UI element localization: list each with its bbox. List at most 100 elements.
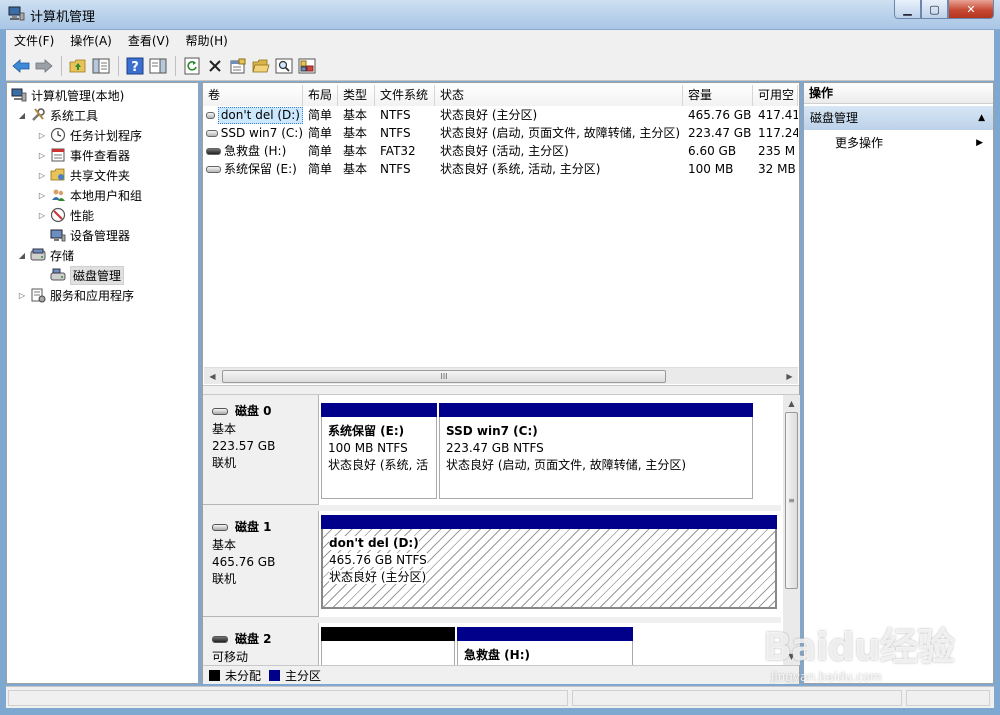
disk-drive-icon xyxy=(212,408,228,415)
free-space-cell: 117.24 xyxy=(758,126,798,140)
column-header-status[interactable]: 状态 xyxy=(435,85,683,106)
disk-drive-icon xyxy=(206,129,218,137)
open-button[interactable] xyxy=(250,55,272,77)
more-actions-label: 更多操作 xyxy=(835,136,884,150)
collapsed-arrow-icon[interactable]: ▷ xyxy=(37,191,47,200)
menu-view[interactable]: 查看(V) xyxy=(120,30,178,52)
tree-node-event-viewer[interactable]: ▷ 事件查看器 xyxy=(37,145,130,165)
disk-status: 联机 xyxy=(212,572,237,586)
disk-name: 磁盘 0 xyxy=(235,404,272,418)
scroll-up-icon[interactable]: ▲ xyxy=(783,395,800,412)
tree-node-performance[interactable]: ▷ 性能 xyxy=(37,205,94,225)
arrow-left-icon xyxy=(12,59,30,73)
tree-node-device-manager[interactable]: 设备管理器 xyxy=(50,225,130,245)
collapsed-arrow-icon[interactable]: ▷ xyxy=(37,131,47,140)
storage-icon xyxy=(30,248,46,261)
table-row[interactable]: don't del (D:) 简单 基本 NTFS 状态良好 (主分区) 465… xyxy=(203,106,798,124)
settings-button[interactable] xyxy=(296,55,318,77)
partition-system-reserved[interactable]: 系统保留 (E:) 100 MB NTFS 状态良好 (系统, 活 xyxy=(321,403,437,499)
collapsed-arrow-icon[interactable]: ▷ xyxy=(37,151,47,160)
delete-button[interactable] xyxy=(204,55,226,77)
window-title: 计算机管理 xyxy=(30,10,96,25)
type-cell: 基本 xyxy=(343,162,368,176)
more-actions-item[interactable]: 更多操作 ▶ xyxy=(804,132,993,154)
partition-status: 状态良好 (主分区) xyxy=(329,570,427,584)
menu-file[interactable]: 文件(F) xyxy=(6,30,62,52)
table-row[interactable]: SSD win7 (C:) 简单 基本 NTFS 状态良好 (启动, 页面文件,… xyxy=(203,124,798,142)
column-header-capacity[interactable]: 容量 xyxy=(683,85,753,106)
partition-body: 急救盘 (H:) xyxy=(457,641,633,665)
column-header-free-space[interactable]: 可用空 xyxy=(753,85,798,106)
disk-info-0[interactable]: 磁盘 0 基本 223.57 GB 联机 xyxy=(203,395,319,505)
layout-cell: 简单 xyxy=(308,108,333,122)
scroll-right-icon[interactable]: ▶ xyxy=(781,368,798,385)
disk-info-2[interactable]: 磁盘 2 可移动 xyxy=(203,623,319,665)
show-hide-action-pane-button[interactable] xyxy=(147,55,169,77)
scroll-left-icon[interactable]: ◀ xyxy=(204,368,221,385)
partition-ssd-win7[interactable]: SSD win7 (C:) 223.47 GB NTFS 状态良好 (启动, 页… xyxy=(439,403,753,499)
table-row[interactable]: 系统保留 (E:) 简单 基本 NTFS 状态良好 (系统, 活动, 主分区) … xyxy=(203,160,798,178)
forward-button[interactable] xyxy=(33,55,55,77)
minimize-button[interactable]: ▁ xyxy=(894,0,921,19)
disk-row-1[interactable]: 磁盘 1 基本 465.76 GB 联机 don't del (D:) 465.… xyxy=(203,511,781,617)
refresh-button[interactable] xyxy=(181,55,203,77)
up-folder-button[interactable] xyxy=(67,55,89,77)
help-button[interactable]: ? xyxy=(124,55,146,77)
tree-label: 计算机管理(本地) xyxy=(31,88,125,103)
partition-rescue[interactable]: 急救盘 (H:) xyxy=(457,627,633,665)
search-button[interactable] xyxy=(273,55,295,77)
collapsed-arrow-icon[interactable]: ▷ xyxy=(37,171,47,180)
tree-node-storage[interactable]: ◢ 存储 xyxy=(17,245,74,265)
tree-label: 设备管理器 xyxy=(70,228,131,243)
table-row[interactable]: 急救盘 (H:) 简单 基本 FAT32 状态良好 (活动, 主分区) 6.60… xyxy=(203,142,798,160)
disk-row-2[interactable]: 磁盘 2 可移动 急救盘 (H:) xyxy=(203,623,781,665)
actions-section-disk-management[interactable]: 磁盘管理 ▲ xyxy=(804,106,993,130)
menu-action[interactable]: 操作(A) xyxy=(62,30,120,52)
column-header-filesystem[interactable]: 文件系统 xyxy=(375,85,435,106)
tree-node-shared-folders[interactable]: ▷ 共享文件夹 xyxy=(37,165,130,185)
capacity-cell: 6.60 GB xyxy=(688,144,737,158)
disk-row-0[interactable]: 磁盘 0 基本 223.57 GB 联机 系统保留 (E:) 100 MB NT… xyxy=(203,395,781,505)
horizontal-scrollbar[interactable]: ◀ III ▶ xyxy=(204,367,798,384)
column-header-layout[interactable]: 布局 xyxy=(303,85,338,106)
collapse-arrow-icon[interactable]: ▲ xyxy=(978,106,985,130)
column-header-volume[interactable]: 卷 xyxy=(203,85,303,106)
legend-swatch xyxy=(209,669,220,681)
tree-node-task-scheduler[interactable]: ▷ 任务计划程序 xyxy=(37,125,142,145)
partition-unallocated[interactable] xyxy=(321,627,455,665)
menu-help[interactable]: 帮助(H) xyxy=(177,30,235,52)
scrollbar-thumb[interactable]: ≡ xyxy=(785,412,798,589)
partition-body: SSD win7 (C:) 223.47 GB NTFS 状态良好 (启动, 页… xyxy=(439,417,753,499)
disk-settings-icon xyxy=(298,58,316,74)
partition-dont-del[interactable]: don't del (D:) 465.76 GB NTFS 状态良好 (主分区) xyxy=(321,515,777,609)
expanded-arrow-icon[interactable]: ◢ xyxy=(17,251,27,260)
partition-size: 223.47 GB NTFS xyxy=(446,441,544,455)
pane-splitter[interactable] xyxy=(203,385,799,395)
menu-bar: 文件(F) 操作(A) 查看(V) 帮助(H) xyxy=(6,30,994,52)
tree-node-disk-management[interactable]: 磁盘管理 xyxy=(50,265,125,285)
tree-node-services-apps[interactable]: ▷ 服务和应用程序 xyxy=(17,285,134,305)
scrollbar-thumb[interactable]: III xyxy=(222,370,666,383)
unallocated-bar xyxy=(321,627,455,641)
tree-node-root[interactable]: 计算机管理(本地) xyxy=(11,85,124,105)
actions-header: 操作 xyxy=(804,83,993,104)
watermark-logo: Baidu经验 xyxy=(763,625,955,669)
back-button[interactable] xyxy=(10,55,32,77)
collapsed-arrow-icon[interactable]: ▷ xyxy=(17,291,27,300)
disk-management-pane: 卷 布局 类型 文件系统 状态 容量 可用空 don't del (D:) 简单… xyxy=(202,82,800,684)
properties-button[interactable] xyxy=(227,55,249,77)
maximize-button[interactable]: ▢ xyxy=(921,0,948,19)
show-hide-tree-button[interactable] xyxy=(90,55,112,77)
section-label: 磁盘管理 xyxy=(810,111,859,125)
disk-status: 联机 xyxy=(212,456,237,470)
expanded-arrow-icon[interactable]: ◢ xyxy=(17,111,27,120)
tree-node-local-users[interactable]: ▷ 本地用户和组 xyxy=(37,185,142,205)
column-header-type[interactable]: 类型 xyxy=(338,85,375,106)
minimize-icon: ▁ xyxy=(903,2,912,16)
close-button[interactable]: ✕ xyxy=(948,0,994,19)
volume-cell: 急救盘 (H:) xyxy=(203,142,303,160)
collapsed-arrow-icon[interactable]: ▷ xyxy=(37,211,47,220)
disk-info-1[interactable]: 磁盘 1 基本 465.76 GB 联机 xyxy=(203,511,319,617)
tree-node-system-tools[interactable]: ◢ 系统工具 xyxy=(17,105,98,125)
disk-drive-icon xyxy=(212,524,228,531)
